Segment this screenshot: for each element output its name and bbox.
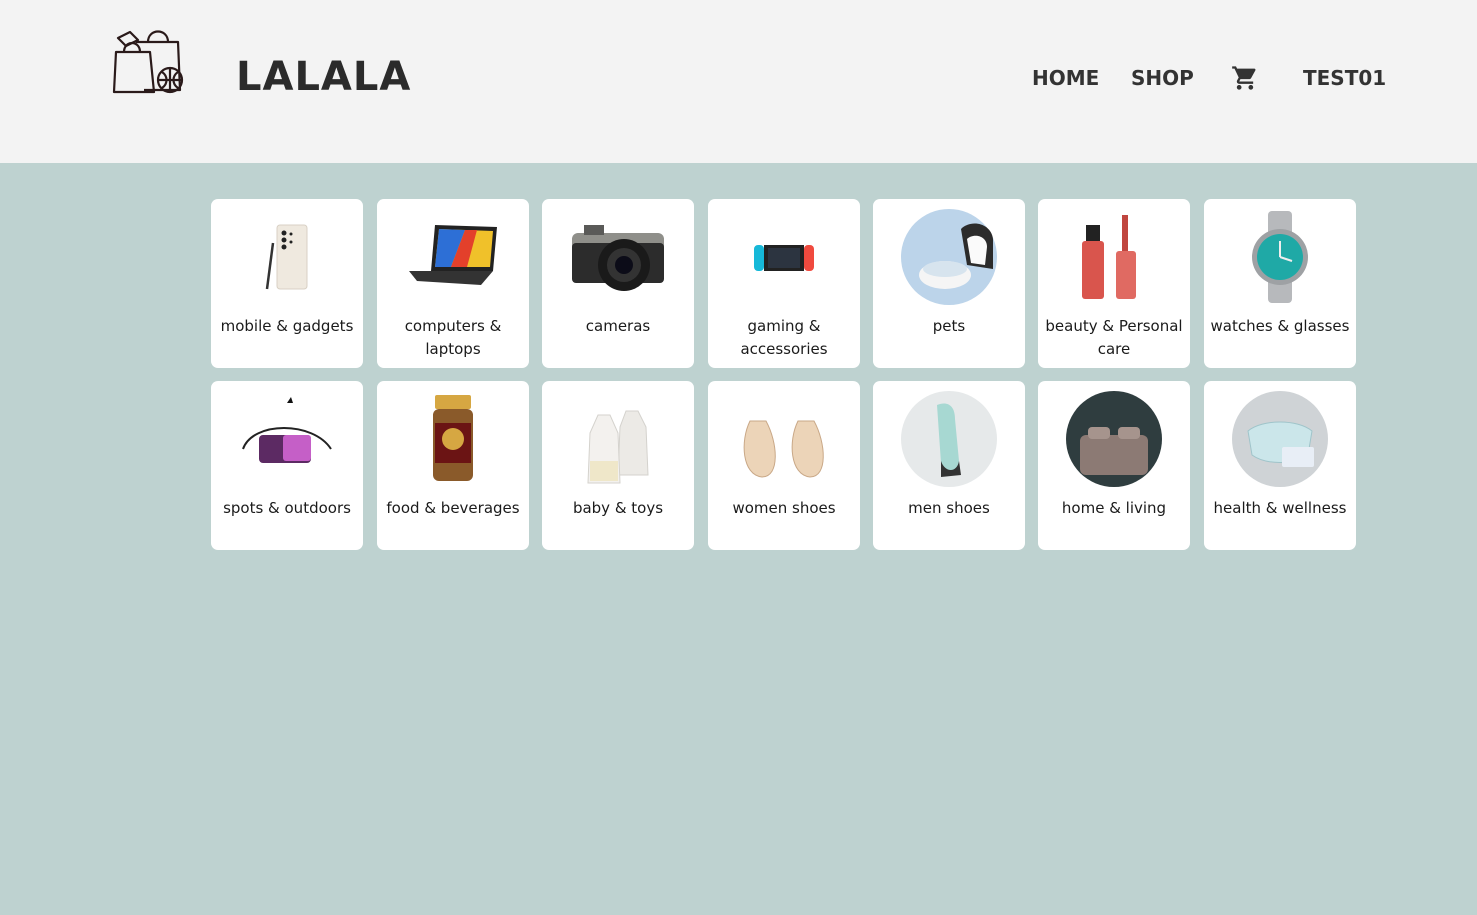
category-label: men shoes — [908, 499, 990, 517]
category-label: pets — [932, 317, 966, 335]
sling-bag-icon — [242, 397, 332, 463]
category-label: health & wellness — [1213, 499, 1347, 517]
flat-shoes-icon — [743, 420, 824, 478]
camera-icon — [572, 225, 664, 291]
category-label: beauty & Personal care — [1045, 317, 1183, 358]
bedroom-icon — [1066, 391, 1162, 487]
category-label: spots & outdoors — [223, 499, 351, 517]
category-card[interactable]: cameras — [542, 199, 694, 368]
pet-fountain-icon — [901, 209, 997, 305]
smartphone-icon — [265, 224, 308, 290]
category-label: watches & glasses — [1210, 317, 1350, 335]
coffee-jar-icon — [433, 395, 473, 481]
category-card[interactable]: pets — [873, 199, 1025, 368]
category-label: cameras — [585, 317, 651, 335]
category-card[interactable]: men shoes — [873, 381, 1025, 550]
shopping-bags-globe-icon[interactable] — [110, 24, 186, 98]
nav-home-link[interactable]: HOME — [1032, 66, 1099, 90]
laptop-icon — [409, 225, 497, 285]
category-label: computers & laptops — [404, 317, 502, 358]
user-account-link[interactable]: TEST01 — [1303, 66, 1386, 90]
category-card[interactable]: food & beverages — [377, 381, 529, 550]
category-card[interactable]: health & wellness — [1204, 381, 1356, 550]
category-card[interactable]: mobile & gadgets — [211, 199, 363, 368]
category-card[interactable]: gaming & accessories — [708, 199, 860, 368]
sneaker-icon — [901, 391, 997, 487]
lip-gloss-icon — [1082, 215, 1136, 299]
category-label: food & beverages — [386, 499, 520, 517]
face-mask-icon — [1232, 391, 1328, 487]
category-card[interactable]: computers & laptops — [377, 199, 529, 368]
category-label: women shoes — [732, 499, 836, 517]
category-card[interactable]: baby & toys — [542, 381, 694, 550]
category-card[interactable]: women shoes — [708, 381, 860, 550]
watch-icon — [1252, 211, 1308, 303]
category-label: home & living — [1061, 499, 1167, 517]
category-label: baby & toys — [572, 499, 664, 517]
game-console-icon — [754, 245, 814, 271]
category-card[interactable]: watches & glasses — [1204, 199, 1356, 368]
category-card[interactable]: home & living — [1038, 381, 1190, 550]
category-card[interactable]: spots & outdoors — [211, 381, 363, 550]
site-header: LALALA HOME SHOP TEST01 — [0, 0, 1477, 163]
baby-bottle-icon — [587, 410, 649, 484]
nav-shop-link[interactable]: SHOP — [1131, 66, 1194, 90]
category-label: gaming & accessories — [740, 317, 828, 358]
category-label: mobile & gadgets — [220, 317, 354, 335]
category-card[interactable]: beauty & Personal care — [1038, 199, 1190, 368]
brand-name[interactable]: LALALA — [236, 54, 411, 100]
cart-icon[interactable] — [1231, 64, 1259, 92]
